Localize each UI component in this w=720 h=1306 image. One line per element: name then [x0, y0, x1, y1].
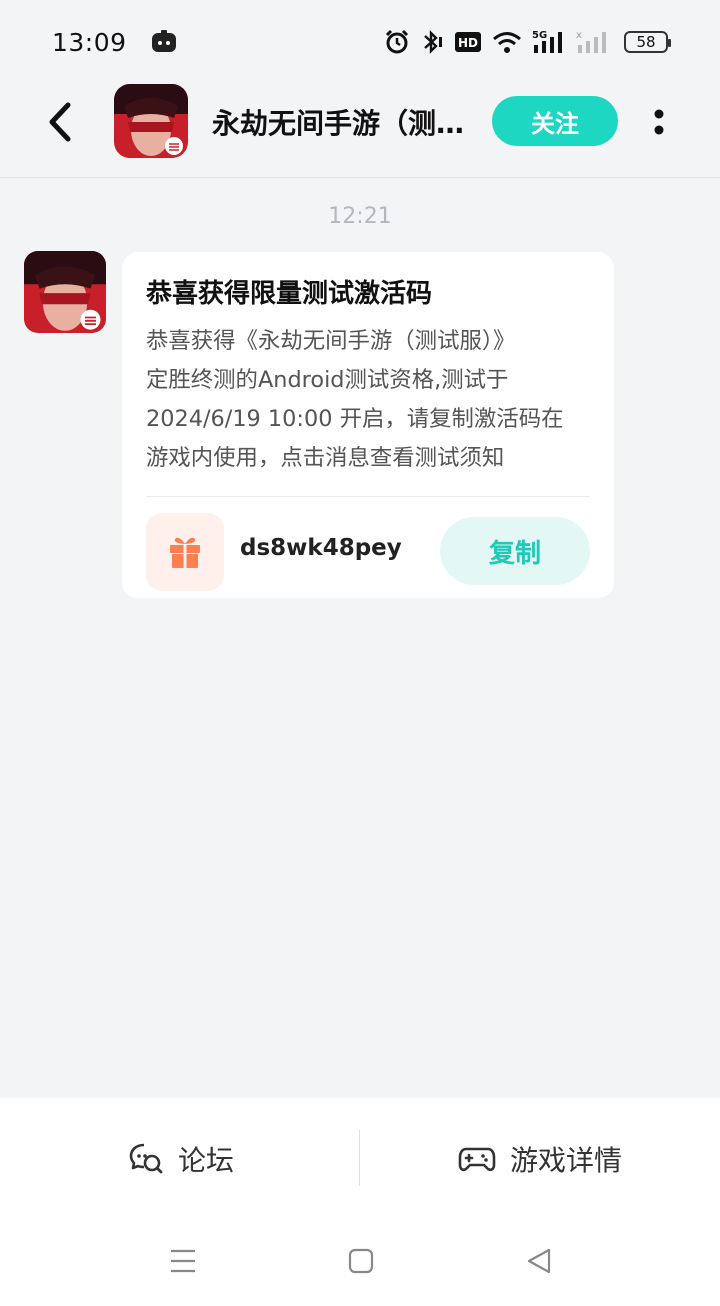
- back-button[interactable]: [38, 100, 82, 144]
- app-notification-icon: [151, 29, 177, 55]
- svg-text:x: x: [576, 30, 582, 41]
- page-title: 永劫无间手游（测试服）: [212, 107, 470, 140]
- wifi-icon: [492, 30, 522, 54]
- bottom-bar: 论坛 游戏详情: [0, 1098, 720, 1306]
- copy-button[interactable]: 复制: [440, 517, 590, 585]
- message-card[interactable]: 恭喜获得限量测试激活码 恭喜获得《永劫无间手游（测试服）》 定胜终测的Andro…: [122, 252, 614, 598]
- signal-icon: x: [576, 29, 608, 55]
- message-body-line: 定胜终测的Android测试资格,测试于: [146, 367, 509, 393]
- status-time: 13:09: [52, 27, 127, 57]
- status-icons: HD 5G x 58: [384, 29, 671, 55]
- hd-icon: HD: [454, 31, 482, 53]
- message-body-line: 游戏内使用，点击消息查看测试须知: [146, 445, 505, 471]
- game-avatar[interactable]: [114, 84, 188, 158]
- screen: 13:09 HD 5G x 58 永劫无间手游（测试 关注 12:21 恭喜获得…: [0, 0, 720, 1306]
- battery-icon: 58: [624, 31, 671, 53]
- chat-header: 永劫无间手游（测试服） 关注: [0, 84, 720, 178]
- gamepad-icon: [458, 1147, 496, 1172]
- forum-icon: [129, 1143, 163, 1174]
- message-timestamp: 12:21: [328, 204, 392, 229]
- status-bar: 13:09 HD 5G x 58: [0, 0, 720, 84]
- svg-text:5G: 5G: [532, 30, 547, 41]
- menu-icon: [171, 1249, 195, 1273]
- chevron-left-icon: [49, 102, 71, 142]
- activation-code-row: ds8wk48pey 复制: [146, 497, 590, 613]
- system-nav-bar: [0, 1230, 720, 1290]
- tab-forum[interactable]: 论坛: [128, 1130, 234, 1188]
- tab-forum-label: 论坛: [178, 1144, 235, 1177]
- tab-divider: [359, 1130, 360, 1186]
- follow-button[interactable]: 关注: [492, 96, 618, 146]
- message-body-line: 2024/6/19 10:00 开启，请复制激活码在: [146, 406, 564, 432]
- home-square-icon: [348, 1248, 374, 1274]
- tab-game-details-label: 游戏详情: [510, 1144, 623, 1177]
- more-options-button[interactable]: [644, 100, 674, 144]
- more-vertical-icon: [654, 109, 664, 135]
- home-nav-button[interactable]: [346, 1246, 376, 1276]
- sender-avatar[interactable]: [24, 251, 106, 333]
- gift-icon: [146, 513, 224, 591]
- message-title: 恭喜获得限量测试激活码: [146, 279, 433, 309]
- svg-text:HD: HD: [458, 36, 478, 50]
- back-triangle-icon: [527, 1248, 551, 1274]
- menu-nav-button[interactable]: [168, 1246, 198, 1276]
- alarm-icon: [384, 29, 410, 55]
- signal-5g-icon: 5G: [532, 29, 566, 55]
- bluetooth-icon: [420, 29, 444, 55]
- back-nav-button[interactable]: [524, 1246, 554, 1276]
- message-body-line: 恭喜获得《永劫无间手游（测试服）》: [146, 328, 516, 354]
- message-body: 恭喜获得《永劫无间手游（测试服）》 定胜终测的Android测试资格,测试于 2…: [146, 322, 590, 478]
- tab-game-details[interactable]: 游戏详情: [458, 1130, 622, 1188]
- activation-code: ds8wk48pey: [240, 535, 402, 561]
